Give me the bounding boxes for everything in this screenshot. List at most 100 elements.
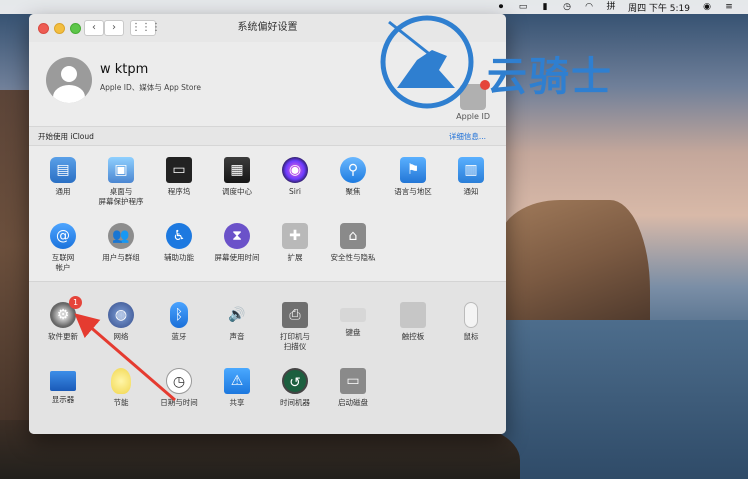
keyboard-icon bbox=[340, 308, 366, 322]
pref-desktop-screensaver[interactable]: ▣ 桌面与 屏幕保护程序 bbox=[91, 157, 151, 207]
pref-label: 辅助功能 bbox=[164, 253, 194, 262]
notifications-icon: ▥ bbox=[458, 157, 484, 183]
apple-id-pane[interactable]: Apple ID bbox=[456, 80, 491, 121]
internet-accounts-icon: @ bbox=[50, 223, 76, 249]
pref-internet-accounts[interactable]: @ 互联网 帐户 bbox=[33, 223, 93, 273]
pref-general[interactable]: ▤ 通用 bbox=[33, 157, 93, 197]
apple-id-badge bbox=[480, 80, 491, 90]
pref-label: 调度中心 bbox=[222, 187, 252, 196]
control-list-icon[interactable]: ≡ bbox=[724, 2, 734, 12]
pref-label: 触控板 bbox=[401, 332, 425, 341]
pref-label: 桌面与 屏幕保护程序 bbox=[98, 187, 144, 206]
pref-software-update[interactable]: ⚙ 1 软件更新 bbox=[33, 296, 93, 342]
pref-label: 程序坞 bbox=[167, 187, 191, 196]
pref-label: 鼠标 bbox=[463, 332, 479, 341]
preferences-section-hardware: ⚙ 1 软件更新 ◍ 网络 ᛒ 蓝牙 🔊 声音 ⎙ 打印机与 扫描仪 键盘 触控… bbox=[29, 281, 506, 434]
pref-label: 通用 bbox=[55, 187, 71, 196]
general-icon: ▤ bbox=[50, 157, 76, 183]
printer-icon: ⎙ bbox=[282, 302, 308, 328]
pref-label: 节能 bbox=[113, 398, 129, 407]
apple-id-icon bbox=[460, 80, 491, 110]
user-subtitle: Apple ID、媒体与 App Store bbox=[100, 83, 201, 92]
pref-mouse[interactable]: 鼠标 bbox=[441, 302, 501, 342]
preferences-section-personal: ▤ 通用 ▣ 桌面与 屏幕保护程序 ▭ 程序坞 ▦ 调度中心 ◉ Siri ⚲ … bbox=[29, 147, 506, 280]
pref-extensions[interactable]: ✚ 扩展 bbox=[265, 223, 325, 263]
security-privacy-icon: ⌂ bbox=[340, 223, 366, 249]
pref-language-region[interactable]: ⚑ 语言与地区 bbox=[383, 157, 443, 197]
avatar[interactable] bbox=[46, 57, 92, 103]
pref-time-machine[interactable]: ↺ 时间机器 bbox=[265, 368, 325, 408]
menu-bar: ⏺ ▭ ▮ ◷ ◠ 拼 周四 下午 5:19 ◉ ≡ bbox=[0, 0, 748, 14]
pref-label: 用户与群组 bbox=[102, 253, 140, 262]
bluetooth-icon: ᛒ bbox=[170, 302, 188, 328]
pref-label: 互联网 帐户 bbox=[51, 253, 75, 272]
screen-time-icon: ⧗ bbox=[224, 223, 250, 249]
icloud-prompt: 开始使用 iCloud bbox=[38, 132, 94, 141]
clock-icon: ◷ bbox=[166, 368, 192, 394]
siri-menu-icon[interactable]: ◉ bbox=[702, 2, 712, 12]
icloud-bar: 开始使用 iCloud 详细信息... bbox=[29, 126, 506, 146]
display-monitor-icon bbox=[50, 371, 76, 391]
airplay-icon[interactable]: ▭ bbox=[518, 2, 528, 12]
window-title: 系统偏好设置 bbox=[237, 22, 298, 33]
pref-label: 键盘 bbox=[345, 328, 361, 337]
pref-label: 通知 bbox=[463, 187, 479, 196]
spotlight-icon: ⚲ bbox=[340, 157, 366, 183]
pref-label: 蓝牙 bbox=[171, 332, 187, 341]
pref-keyboard[interactable]: 键盘 bbox=[323, 302, 383, 338]
language-region-icon: ⚑ bbox=[400, 157, 426, 183]
apple-id-label: Apple ID bbox=[456, 112, 490, 121]
pref-screen-time[interactable]: ⧗ 屏幕使用时间 bbox=[207, 223, 267, 263]
users-groups-icon: 👥 bbox=[108, 223, 134, 249]
system-preferences-window: ‹ › ⋮⋮⋮ 系统偏好设置 w ktpm Apple ID、媒体与 App S… bbox=[29, 14, 506, 434]
pref-date-time[interactable]: ◷ 日期与时间 bbox=[149, 368, 209, 408]
pref-label: 打印机与 扫描仪 bbox=[280, 332, 310, 351]
input-source-icon[interactable]: 拼 bbox=[606, 2, 616, 12]
icloud-details-link[interactable]: 详细信息... bbox=[449, 131, 486, 142]
software-update-gear-icon: ⚙ 1 bbox=[50, 296, 82, 328]
pref-label: 软件更新 bbox=[48, 332, 78, 341]
sharing-folder-icon: ⚠ bbox=[224, 368, 250, 394]
pref-trackpad[interactable]: 触控板 bbox=[383, 302, 443, 342]
pref-network[interactable]: ◍ 网络 bbox=[91, 302, 151, 342]
pref-displays[interactable]: 显示器 bbox=[33, 368, 93, 405]
time-machine-menu-icon[interactable]: ◷ bbox=[562, 2, 572, 12]
record-icon[interactable]: ⏺ bbox=[496, 2, 506, 12]
menubar-clock[interactable]: 周四 下午 5:19 bbox=[628, 1, 690, 14]
pref-mission-control[interactable]: ▦ 调度中心 bbox=[207, 157, 267, 197]
user-panel: w ktpm Apple ID、媒体与 App Store Apple ID bbox=[29, 42, 506, 126]
window-titlebar: ‹ › ⋮⋮⋮ 系统偏好设置 bbox=[29, 14, 506, 42]
pref-security-privacy[interactable]: ⌂ 安全性与隐私 bbox=[323, 223, 383, 263]
time-machine-icon: ↺ bbox=[282, 368, 308, 394]
speaker-icon: 🔊 bbox=[228, 307, 246, 323]
extensions-icon: ✚ bbox=[282, 223, 308, 249]
pref-label: 共享 bbox=[229, 398, 245, 407]
pref-sharing[interactable]: ⚠ 共享 bbox=[207, 368, 267, 408]
desktop-water bbox=[500, 320, 748, 479]
pref-startup-disk[interactable]: ▭ 启动磁盘 bbox=[323, 368, 383, 408]
pref-spotlight[interactable]: ⚲ 聚焦 bbox=[323, 157, 383, 197]
pref-label: 网络 bbox=[113, 332, 129, 341]
pref-siri[interactable]: ◉ Siri bbox=[265, 157, 325, 197]
update-count-badge: 1 bbox=[69, 296, 82, 309]
pref-dock[interactable]: ▭ 程序坞 bbox=[149, 157, 209, 197]
dock-icon: ▭ bbox=[166, 157, 192, 183]
pref-energy-saver[interactable]: 节能 bbox=[91, 368, 151, 408]
network-globe-icon: ◍ bbox=[108, 302, 134, 328]
pref-printers-scanners[interactable]: ⎙ 打印机与 扫描仪 bbox=[265, 302, 325, 352]
pref-accessibility[interactable]: ♿ 辅助功能 bbox=[149, 223, 209, 263]
lightbulb-icon bbox=[111, 368, 131, 394]
battery-status-icon[interactable]: ▮ bbox=[540, 2, 550, 12]
wifi-icon[interactable]: ◠ bbox=[584, 2, 594, 12]
pref-label: 声音 bbox=[229, 332, 245, 341]
mission-control-icon: ▦ bbox=[224, 157, 250, 183]
avatar-head-icon bbox=[61, 66, 77, 82]
user-name: w ktpm bbox=[100, 62, 149, 77]
avatar-body-icon bbox=[53, 85, 85, 103]
pref-bluetooth[interactable]: ᛒ 蓝牙 bbox=[149, 302, 209, 342]
pref-notifications[interactable]: ▥ 通知 bbox=[441, 157, 501, 197]
pref-label: Siri bbox=[288, 187, 301, 196]
pref-users-groups[interactable]: 👥 用户与群组 bbox=[91, 223, 151, 263]
pref-sound[interactable]: 🔊 声音 bbox=[207, 302, 267, 342]
pref-label: 显示器 bbox=[51, 395, 75, 404]
